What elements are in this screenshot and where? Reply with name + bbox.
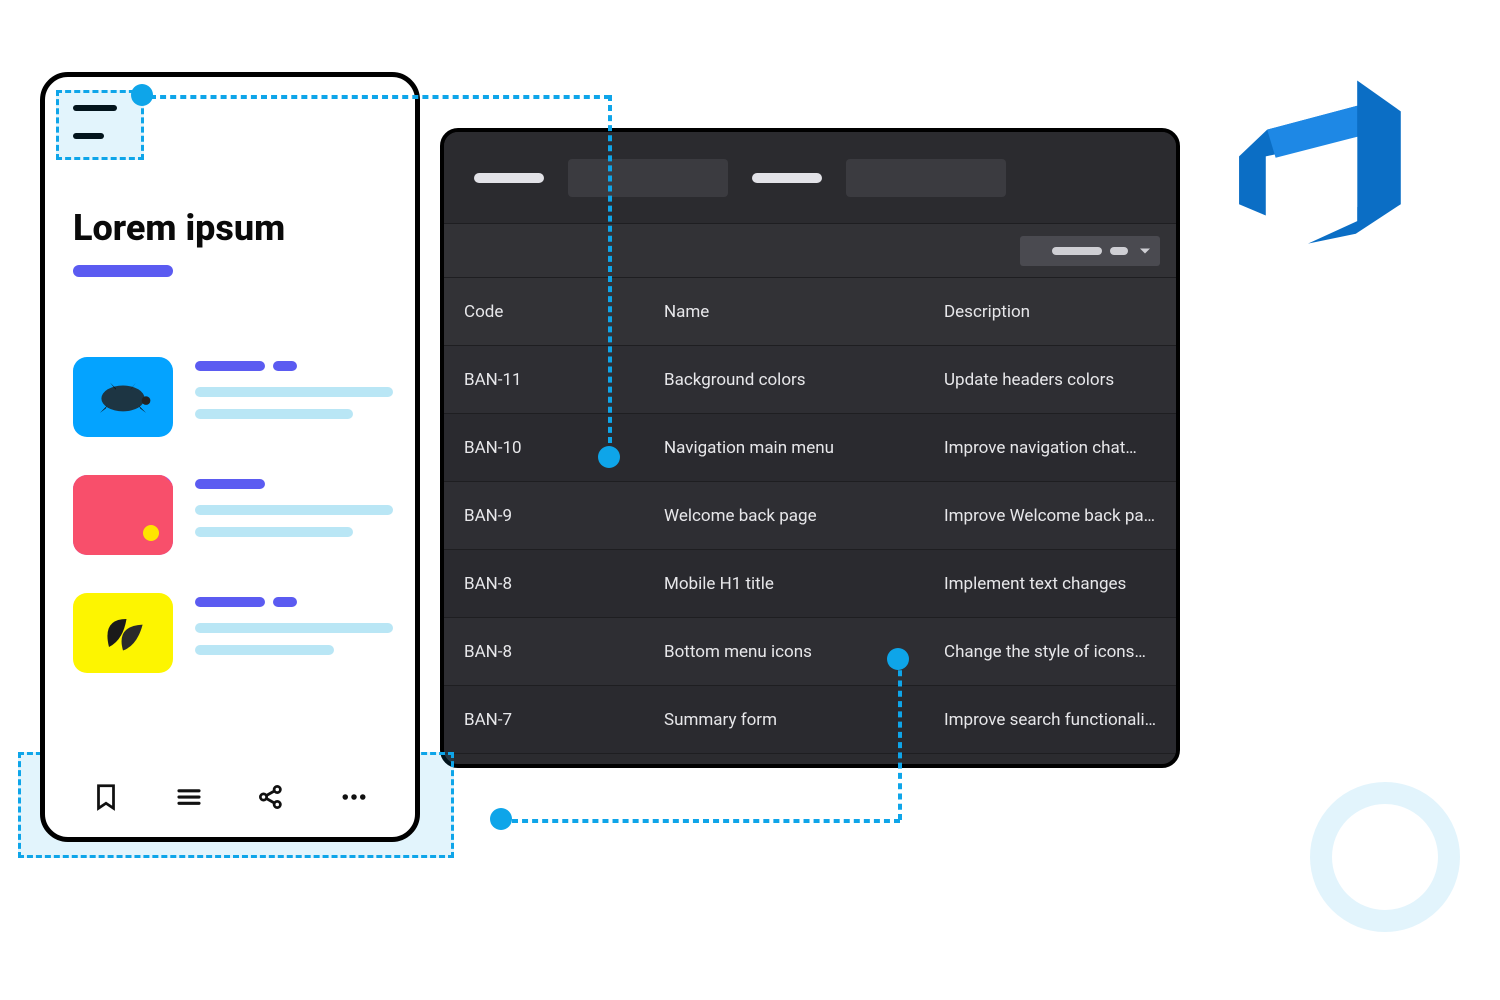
- list-icon[interactable]: [172, 780, 206, 814]
- cell-name: Welcome back page: [664, 506, 944, 526]
- annotation-dot: [887, 648, 909, 670]
- table-row[interactable]: BAN-8Mobile H1 titleImplement text chang…: [444, 550, 1176, 618]
- cell-code: BAN-10: [464, 438, 664, 458]
- list-item[interactable]: [73, 593, 393, 673]
- bottom-navigation: [45, 757, 415, 837]
- view-dropdown[interactable]: [1020, 236, 1160, 266]
- table-row[interactable]: BAN-10Navigation main menuImprove naviga…: [444, 414, 1176, 482]
- list-item[interactable]: [73, 475, 393, 555]
- app-title: Lorem ipsum: [73, 207, 285, 249]
- panel-toolbar: [444, 132, 1176, 224]
- table-header-row: Code Name Description: [444, 278, 1176, 346]
- cell-name: Navigation main menu: [664, 438, 944, 458]
- azure-devops-logo: [1220, 72, 1410, 252]
- thumbnail-abstract: [73, 475, 173, 555]
- annotation-highlight-menu: [56, 90, 144, 160]
- cell-desc: Improve search functionality: [944, 710, 1156, 730]
- toolbar-label-placeholder: [752, 173, 822, 183]
- share-icon[interactable]: [254, 780, 288, 814]
- bookmark-icon[interactable]: [89, 780, 123, 814]
- table-row[interactable]: BAN-8Bottom menu iconsChange the style o…: [444, 618, 1176, 686]
- cell-name: Summary form: [664, 710, 944, 730]
- cell-desc: Update headers colors: [944, 370, 1156, 390]
- column-header-description[interactable]: Description: [944, 302, 1156, 322]
- more-icon[interactable]: [337, 780, 371, 814]
- cell-desc: Change the style of icons…: [944, 642, 1156, 662]
- cell-desc: Implement text changes: [944, 574, 1156, 594]
- table-row[interactable]: BAN-11Background colorsUpdate headers co…: [444, 346, 1176, 414]
- list-item[interactable]: [73, 357, 393, 437]
- cell-name: Background colors: [664, 370, 944, 390]
- cell-name: Mobile H1 title: [664, 574, 944, 594]
- cell-desc: Improve Welcome back page: [944, 506, 1156, 526]
- column-header-name[interactable]: Name: [664, 302, 944, 322]
- table-row[interactable]: BAN-7Summary formImprove search function…: [444, 686, 1176, 754]
- cell-code: BAN-7: [464, 710, 664, 730]
- toolbar-label-placeholder: [474, 173, 544, 183]
- content-list: [73, 357, 393, 711]
- chevron-down-icon: [1140, 248, 1150, 253]
- table-row[interactable]: BAN-9Welcome back pageImprove Welcome ba…: [444, 482, 1176, 550]
- cell-code: BAN-11: [464, 370, 664, 390]
- toolbar-input-placeholder[interactable]: [568, 159, 728, 197]
- phone-mockup: Lorem ipsum: [40, 72, 420, 842]
- column-header-code[interactable]: Code: [464, 302, 664, 322]
- annotation-dot: [131, 84, 153, 106]
- cell-code: BAN-8: [464, 574, 664, 594]
- cell-code: BAN-9: [464, 506, 664, 526]
- annotation-dot: [598, 446, 620, 468]
- subtitle-placeholder: [73, 265, 173, 277]
- cell-desc: Improve navigation chat…: [944, 438, 1156, 458]
- toolbar-input-placeholder[interactable]: [846, 159, 1006, 197]
- annotation-dot: [490, 808, 512, 830]
- decorative-circle: [1310, 782, 1460, 932]
- panel-subtoolbar: [444, 224, 1176, 278]
- thumbnail-turtle: [73, 357, 173, 437]
- thumbnail-leaf: [73, 593, 173, 673]
- work-items-panel: Code Name Description BAN-11Background c…: [440, 128, 1180, 768]
- cell-code: BAN-8: [464, 642, 664, 662]
